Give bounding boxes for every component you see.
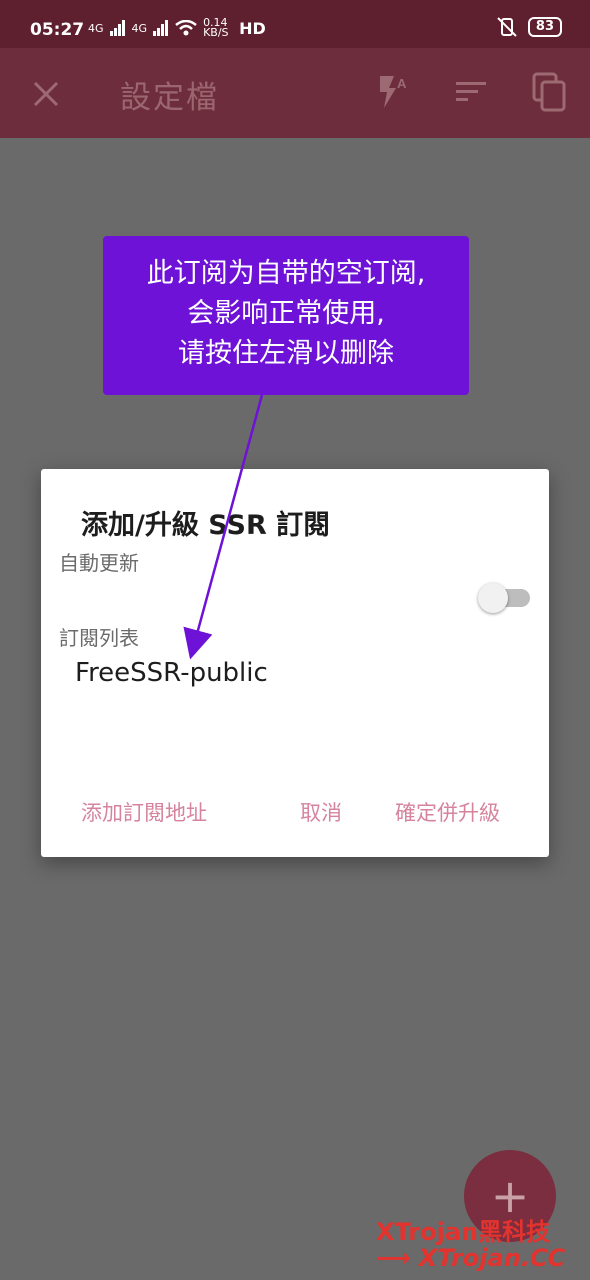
watermark-line-2: ⟶ XTrojan.CC [376, 1244, 565, 1272]
tooltip-line-3: 请按住左滑以删除 [178, 338, 394, 369]
watermark-line-1: XTrojan黑科技 [376, 1218, 551, 1246]
network-indicators: 4G 4G 0.14 KB/S HD [88, 16, 266, 39]
tooltip-line-1: 此订阅为自带的空订阅, [146, 258, 426, 289]
svg-text:A: A [397, 76, 407, 91]
signal-1-icon [109, 20, 125, 36]
subscription-dialog: 添加/升級 SSR 訂閱 自動更新 訂閱列表 FreeSSR-public 添加… [41, 469, 549, 857]
auto-update-label: 自動更新 [59, 551, 139, 575]
page-title: 設定檔 [120, 80, 219, 116]
flash-auto-icon[interactable]: A [376, 74, 412, 110]
signal-2-icon [153, 20, 169, 36]
auto-update-toggle[interactable] [478, 583, 530, 613]
battery-indicator: 83 [527, 17, 562, 37]
watermark-arrow-icon: ⟶ [376, 1244, 411, 1272]
subscription-list-item[interactable]: FreeSSR-public [75, 658, 268, 688]
copy-icon[interactable] [532, 72, 568, 112]
watermark-url: XTrojan.CC [418, 1244, 566, 1272]
vibrate-off-icon [497, 17, 517, 37]
wifi-icon [175, 20, 197, 36]
subscription-list-label: 訂閱列表 [59, 626, 139, 650]
tooltip-line-2: 会影响正常使用, [187, 298, 385, 329]
status-right: 83 [496, 16, 562, 38]
speed-label: 0.14 KB/S [203, 16, 229, 39]
annotation-tooltip: 此订阅为自带的空订阅, 会影响正常使用, 请按住左滑以删除 [103, 236, 469, 395]
toggle-thumb [478, 583, 508, 613]
signal-1-label: 4G [88, 21, 104, 35]
hd-label: HD [239, 18, 266, 38]
sort-icon[interactable] [456, 78, 488, 106]
status-time: 05:27 [30, 20, 85, 40]
app-bar: 設定檔 A [0, 48, 590, 138]
confirm-update-button[interactable]: 確定併升級 [395, 797, 500, 827]
cancel-button[interactable]: 取消 [300, 797, 342, 827]
close-icon[interactable] [32, 80, 60, 108]
status-bar: 05:27 4G 4G 0.14 KB/S HD 83 [0, 0, 590, 48]
dialog-title: 添加/升級 SSR 訂閱 [81, 510, 331, 541]
add-subscription-button[interactable]: 添加訂閱地址 [81, 797, 207, 827]
signal-2-label: 4G [131, 21, 148, 35]
